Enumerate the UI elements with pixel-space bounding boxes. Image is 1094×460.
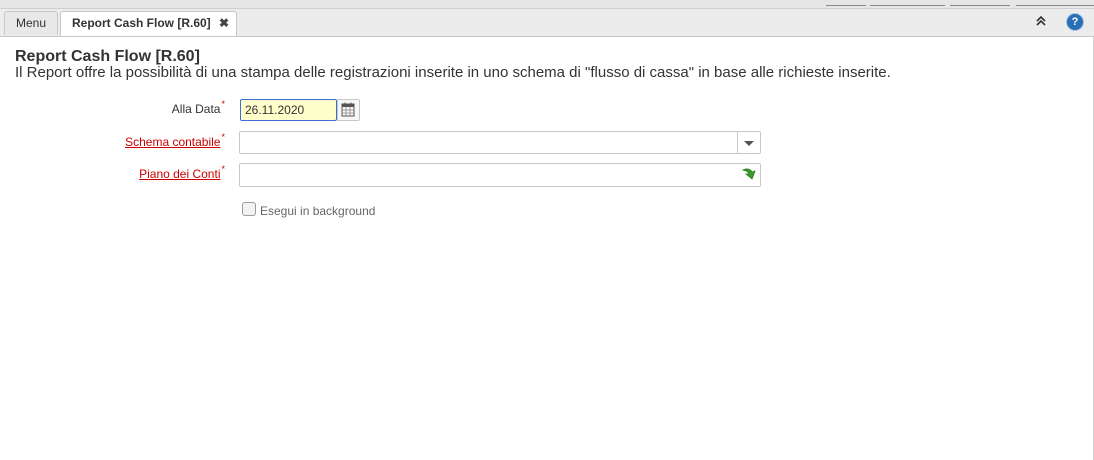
schema-contabile-label[interactable]: Schema contabile* [0, 132, 225, 149]
background-checkbox[interactable] [242, 202, 256, 216]
schema-contabile-link[interactable]: Schema contabile [125, 135, 220, 149]
tab-menu[interactable]: Menu [4, 11, 58, 35]
alla-data-label: Alla Data* [0, 99, 225, 116]
required-mark: * [221, 164, 225, 174]
close-icon[interactable]: ✖ [219, 12, 229, 35]
alla-data-label-text: Alla Data [171, 102, 221, 116]
search-icon[interactable] [740, 166, 758, 184]
help-icon[interactable]: ? [1067, 14, 1083, 30]
top-bar-segment [1016, 1, 1094, 6]
tab-strip: Menu Report Cash Flow [R.60] ✖ ? [0, 9, 1094, 37]
top-bar-segment [870, 1, 945, 6]
schema-contabile-select[interactable] [239, 131, 761, 154]
piano-dei-conti-label[interactable]: Piano dei Conti* [0, 164, 225, 181]
page-description: Il Report offre la possibilità di una st… [15, 64, 891, 81]
background-label: Esegui in background [260, 204, 376, 218]
piano-dei-conti-link[interactable]: Piano dei Conti [139, 167, 220, 181]
alla-data-input[interactable]: 26.11.2020 [240, 99, 337, 121]
calendar-button[interactable] [337, 99, 360, 121]
top-bar-segment [826, 1, 866, 6]
tab-report-cash-flow[interactable]: Report Cash Flow [R.60] ✖ [60, 11, 237, 36]
required-mark: * [221, 132, 225, 142]
report-panel: Report Cash Flow [R.60] Il Report offre … [0, 37, 1094, 460]
window-top-bar [0, 0, 1094, 9]
collapse-icon[interactable] [1036, 15, 1046, 29]
required-mark: * [221, 99, 225, 109]
calendar-icon [341, 102, 355, 117]
top-bar-segment [950, 1, 1010, 6]
tab-label: Report Cash Flow [R.60] [72, 16, 211, 30]
piano-dei-conti-search[interactable] [239, 163, 761, 187]
chevron-down-icon[interactable] [737, 132, 760, 153]
